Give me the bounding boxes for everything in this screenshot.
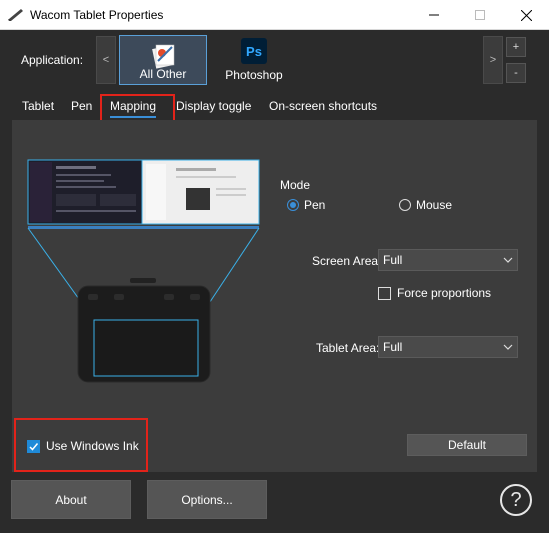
close-button[interactable] [503,0,549,30]
app-scroll-right-button[interactable]: > [483,36,503,84]
mode-mouse-label: Mouse [416,198,453,212]
force-proportions-checkbox[interactable]: Force proportions [378,286,491,300]
tablet-area-label: Tablet Area: [316,341,380,355]
app-tile-photoshop[interactable]: Ps Photoshop [210,35,298,85]
app-tile-label: Photoshop [225,68,283,82]
minimize-icon [429,14,439,16]
minimize-button[interactable] [411,0,457,30]
add-application-button[interactable]: + [506,37,526,57]
title-bar: Wacom Tablet Properties [0,0,549,30]
tab-tablet[interactable]: Tablet [22,98,54,118]
remove-application-button[interactable]: - [506,63,526,83]
tablet-area-value: Full [383,340,403,354]
chevron-down-icon [503,344,513,350]
mode-pen-radio[interactable]: Pen [287,198,325,212]
radio-unselected-icon [399,199,411,211]
app-scroll-left-button[interactable]: < [96,36,116,84]
window-title: Wacom Tablet Properties [30,8,164,22]
screen-area-value: Full [383,253,403,267]
tab-bar: Tablet Pen Mapping Display toggle On-scr… [12,94,386,120]
tab-pen[interactable]: Pen [71,98,92,118]
app-tile-all-other[interactable]: All Other [119,35,207,85]
mapping-illustration [27,159,260,383]
help-icon: ? [510,488,522,511]
app-tile-label: All Other [139,67,187,81]
all-other-app-icon [152,44,175,69]
options-button[interactable]: Options... [147,480,267,519]
force-proportions-label: Force proportions [397,286,492,300]
application-strip: Application: < All Other Ps Photoshop > … [0,31,549,89]
pen-tablet-app-icon [8,9,23,21]
screen-area-label: Screen Area: [312,254,382,268]
mode-pen-label: Pen [304,198,326,212]
mode-label: Mode [280,178,311,192]
windows-ink-highlight [14,418,148,472]
maximize-button[interactable] [457,0,503,30]
chevron-down-icon [503,257,513,263]
tab-display-toggle[interactable]: Display toggle [176,98,251,118]
radio-selected-icon [287,199,299,211]
help-button[interactable]: ? [500,484,532,516]
tablet-area-select[interactable]: Full [378,336,518,358]
application-label: Application: [21,53,84,67]
checkbox-unchecked-icon [378,286,391,300]
screen-area-select[interactable]: Full [378,249,518,271]
maximize-icon [475,10,485,20]
about-button[interactable]: About [11,480,131,519]
photoshop-app-icon: Ps [241,38,267,64]
mode-mouse-radio[interactable]: Mouse [399,198,452,212]
default-button[interactable]: Default [407,434,527,456]
tab-on-screen-shortcuts[interactable]: On-screen shortcuts [269,98,377,118]
close-icon [520,9,532,21]
